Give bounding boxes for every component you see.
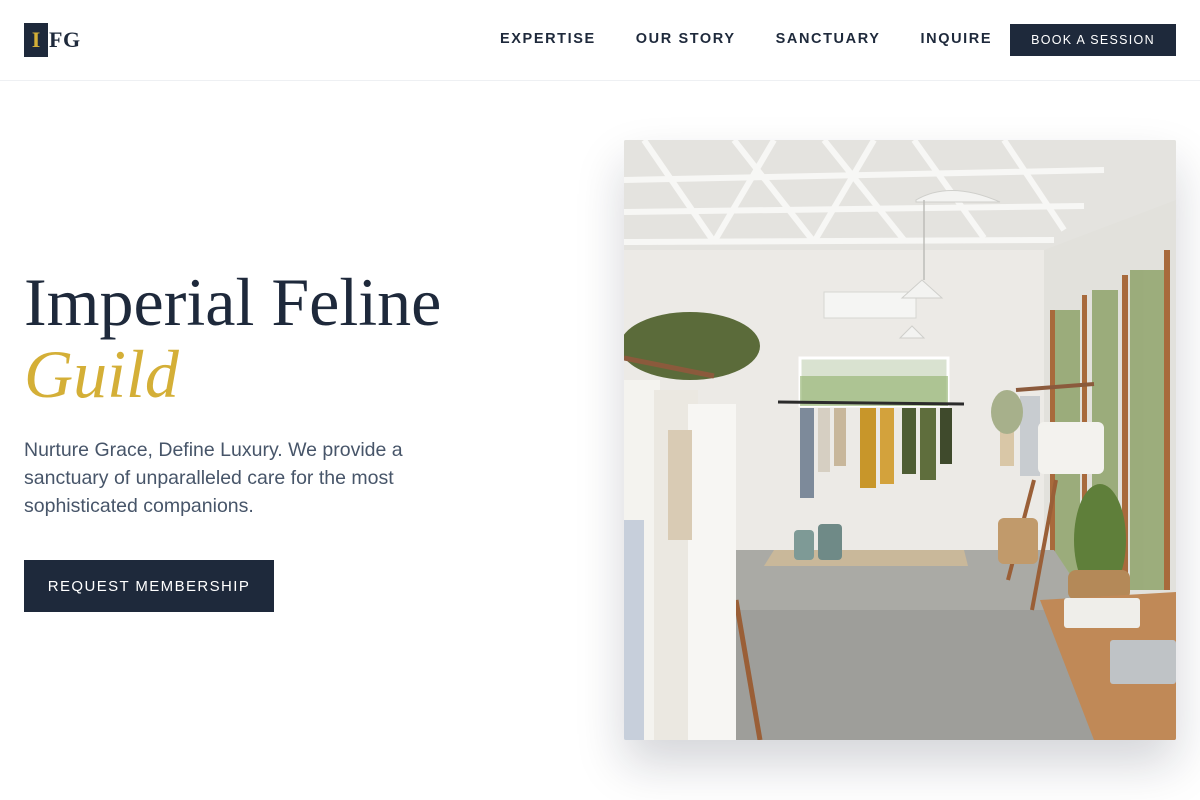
boutique-interior-illustration — [624, 140, 1176, 740]
hero-title-line1: Imperial Feline — [24, 264, 442, 340]
site-header: I FG EXPERTISE OUR STORY SANCTUARY INQUI… — [0, 0, 1200, 81]
logo[interactable]: I FG — [24, 23, 81, 57]
request-membership-button[interactable]: REQUEST MEMBERSHIP — [24, 560, 274, 612]
hero-subtitle: Nurture Grace, Define Luxury. We provide… — [24, 439, 403, 517]
logo-mark: I — [24, 23, 48, 57]
hero-title-accent: Guild — [24, 336, 179, 412]
nav-sanctuary[interactable]: SANCTUARY — [776, 30, 881, 48]
logo-text: FG — [49, 27, 81, 52]
hero-image — [624, 140, 1176, 740]
book-session-button[interactable]: BOOK A SESSION — [1010, 24, 1176, 56]
nav-expertise[interactable]: EXPERTISE — [500, 30, 596, 48]
hero-title: Imperial Feline Guild — [24, 266, 441, 410]
logo-initial: I — [31, 27, 41, 52]
nav-inquire[interactable]: INQUIRE — [921, 30, 993, 48]
nav-our-story[interactable]: OUR STORY — [636, 30, 736, 48]
main-nav: EXPERTISE OUR STORY SANCTUARY INQUIRE — [500, 30, 992, 48]
